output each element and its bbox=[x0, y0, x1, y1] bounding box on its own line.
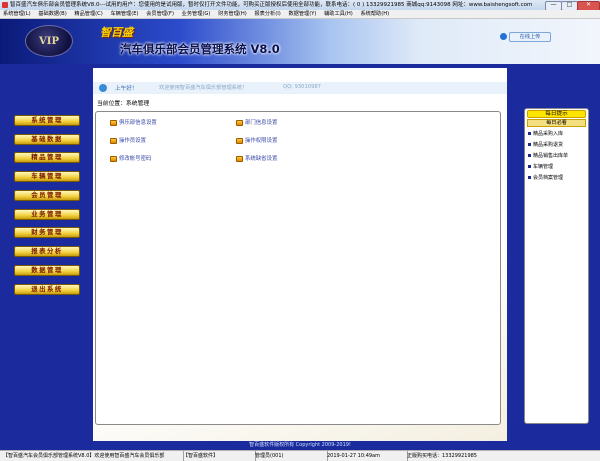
folder-icon bbox=[236, 155, 243, 162]
tip-item[interactable]: 精品采购退货 bbox=[528, 141, 563, 148]
nav-basic-data[interactable]: 基础数据 bbox=[14, 134, 80, 145]
menu-products[interactable]: 精品管理(C) bbox=[74, 10, 102, 19]
header-banner: VIP 智百盛 汽车俱乐部会员管理系统 V8.0 在线上传 bbox=[0, 19, 600, 64]
greeting: 上午好！ bbox=[115, 86, 138, 92]
folder-icon bbox=[110, 119, 117, 126]
menu-vehicles[interactable]: 车辆管理(E) bbox=[110, 10, 138, 19]
nav-reports[interactable]: 报表分析 bbox=[14, 246, 80, 257]
nav-business[interactable]: 业务管理 bbox=[14, 209, 80, 220]
item-change-password[interactable]: 修改帐号密码 bbox=[110, 154, 151, 162]
copyright: 智百盛软件版权所有 Copyright 2009-2019! bbox=[249, 442, 351, 448]
window-title: 智百盛汽车俱乐部会员管理系统V8.0---试用的用户：您使用的是试用版，暂时仅打… bbox=[10, 2, 533, 8]
item-permission-settings[interactable]: 操作权限设置 bbox=[236, 136, 277, 144]
nav-members[interactable]: 会员管理 bbox=[14, 190, 80, 201]
menu-business[interactable]: 业务管理(G) bbox=[182, 10, 211, 19]
menu-bar: 系统管理(L) 基础数据(B) 精品管理(C) 车辆管理(E) 会员管理(F) … bbox=[0, 10, 600, 19]
tips-title: 每日提示 bbox=[527, 110, 586, 118]
main-panel: 上午好！ 欢迎使用智百盛汽车俱乐部管理系统！ QQ: 93010987 当前位置… bbox=[93, 68, 507, 441]
item-label: 俱乐部信息设置 bbox=[119, 120, 157, 126]
app-icon bbox=[2, 2, 8, 8]
menu-reports[interactable]: 报表分析(I) bbox=[254, 10, 280, 19]
folder-icon bbox=[236, 119, 243, 126]
item-default-settings[interactable]: 系统缺省设置 bbox=[236, 154, 277, 162]
nav-vehicles[interactable]: 车辆管理 bbox=[14, 171, 80, 182]
item-label: 部门信息设置 bbox=[245, 120, 278, 126]
menu-basic-data[interactable]: 基础数据(B) bbox=[38, 10, 66, 19]
menu-help[interactable]: 系统帮助(H) bbox=[360, 10, 389, 19]
title-bar: 智百盛汽车俱乐部会员管理系统V8.0---试用的用户：您使用的是试用版，暂时仅打… bbox=[0, 0, 600, 10]
item-label: 修改帐号密码 bbox=[119, 156, 152, 162]
bullet-icon bbox=[528, 176, 531, 179]
menu-tools[interactable]: 辅助工具(H) bbox=[324, 10, 353, 19]
qq-info: QQ: 93010987 bbox=[283, 84, 321, 90]
status-datetime: 2019-01-27 10:49am bbox=[324, 451, 408, 461]
status-user: 管理员(001) bbox=[252, 451, 328, 461]
nav-products[interactable]: 精品管理 bbox=[14, 152, 80, 163]
tip-item[interactable]: 车辆管理 bbox=[528, 163, 553, 170]
bullet-icon bbox=[528, 132, 531, 135]
item-operator-settings[interactable]: 操作员设置 bbox=[110, 136, 146, 144]
status-app: 【智百盛汽车会员俱乐部管理系统V8.0】欢迎使用智百盛汽车会员俱乐部 bbox=[0, 451, 184, 461]
breadcrumb: 当前位置：系统管理 bbox=[97, 101, 150, 107]
item-label: 操作员设置 bbox=[119, 138, 146, 144]
nav-exit[interactable]: 退出系统 bbox=[14, 284, 80, 295]
brand-name: 智百盛 bbox=[100, 26, 133, 39]
item-label: 操作权限设置 bbox=[245, 138, 278, 144]
minimize-button[interactable]: — bbox=[545, 1, 562, 10]
folder-icon bbox=[110, 137, 117, 144]
bullet-icon bbox=[528, 143, 531, 146]
item-department-info[interactable]: 部门信息设置 bbox=[236, 118, 277, 126]
nav-system[interactable]: 系统管理 bbox=[14, 115, 80, 126]
status-bar: 【智百盛汽车会员俱乐部管理系统V8.0】欢迎使用智百盛汽车会员俱乐部 【智百盛软… bbox=[0, 450, 600, 461]
daily-tips-panel: 每日提示 每日必看 精品采购入库 精品采购退货 精品销售出库单 车辆管理 会员档… bbox=[524, 108, 589, 424]
content-area: 俱乐部信息设置 部门信息设置 操作员设置 操作权限设置 修改帐号密码 系统缺省设… bbox=[95, 111, 501, 425]
menu-finance[interactable]: 财务管理(H) bbox=[218, 10, 247, 19]
system-name: 汽车俱乐部会员管理系统 V8.0 bbox=[120, 42, 280, 56]
folder-icon bbox=[110, 155, 117, 162]
upload-icon[interactable] bbox=[500, 33, 507, 40]
item-club-info[interactable]: 俱乐部信息设置 bbox=[110, 118, 157, 126]
close-button[interactable]: ✕ bbox=[577, 1, 600, 10]
maximize-button[interactable]: □ bbox=[561, 1, 578, 10]
menu-data[interactable]: 数据管理(Y) bbox=[288, 10, 316, 19]
nav-data[interactable]: 数据管理 bbox=[14, 265, 80, 276]
nav-finance[interactable]: 财务管理 bbox=[14, 227, 80, 238]
status-phone: 正版购买电话：13329921985 bbox=[407, 453, 477, 459]
tip-item[interactable]: 精品销售出库单 bbox=[528, 152, 568, 159]
menu-system[interactable]: 系统管理(L) bbox=[3, 10, 31, 19]
menu-members[interactable]: 会员管理(F) bbox=[146, 10, 174, 19]
welcome-message: 欢迎使用智百盛汽车俱乐部管理系统！ bbox=[159, 85, 248, 91]
tips-subtitle: 每日必看 bbox=[527, 119, 586, 127]
tip-item[interactable]: 精品采购入库 bbox=[528, 130, 563, 137]
upload-button[interactable]: 在线上传 bbox=[509, 32, 551, 42]
vip-logo: VIP bbox=[25, 25, 73, 57]
bullet-icon bbox=[528, 154, 531, 157]
status-company: 【智百盛软件】 bbox=[180, 451, 256, 461]
tip-item[interactable]: 会员档案管理 bbox=[528, 174, 563, 181]
item-label: 系统缺省设置 bbox=[245, 156, 278, 162]
bullet-icon bbox=[528, 165, 531, 168]
folder-icon bbox=[236, 137, 243, 144]
user-icon bbox=[99, 84, 107, 92]
